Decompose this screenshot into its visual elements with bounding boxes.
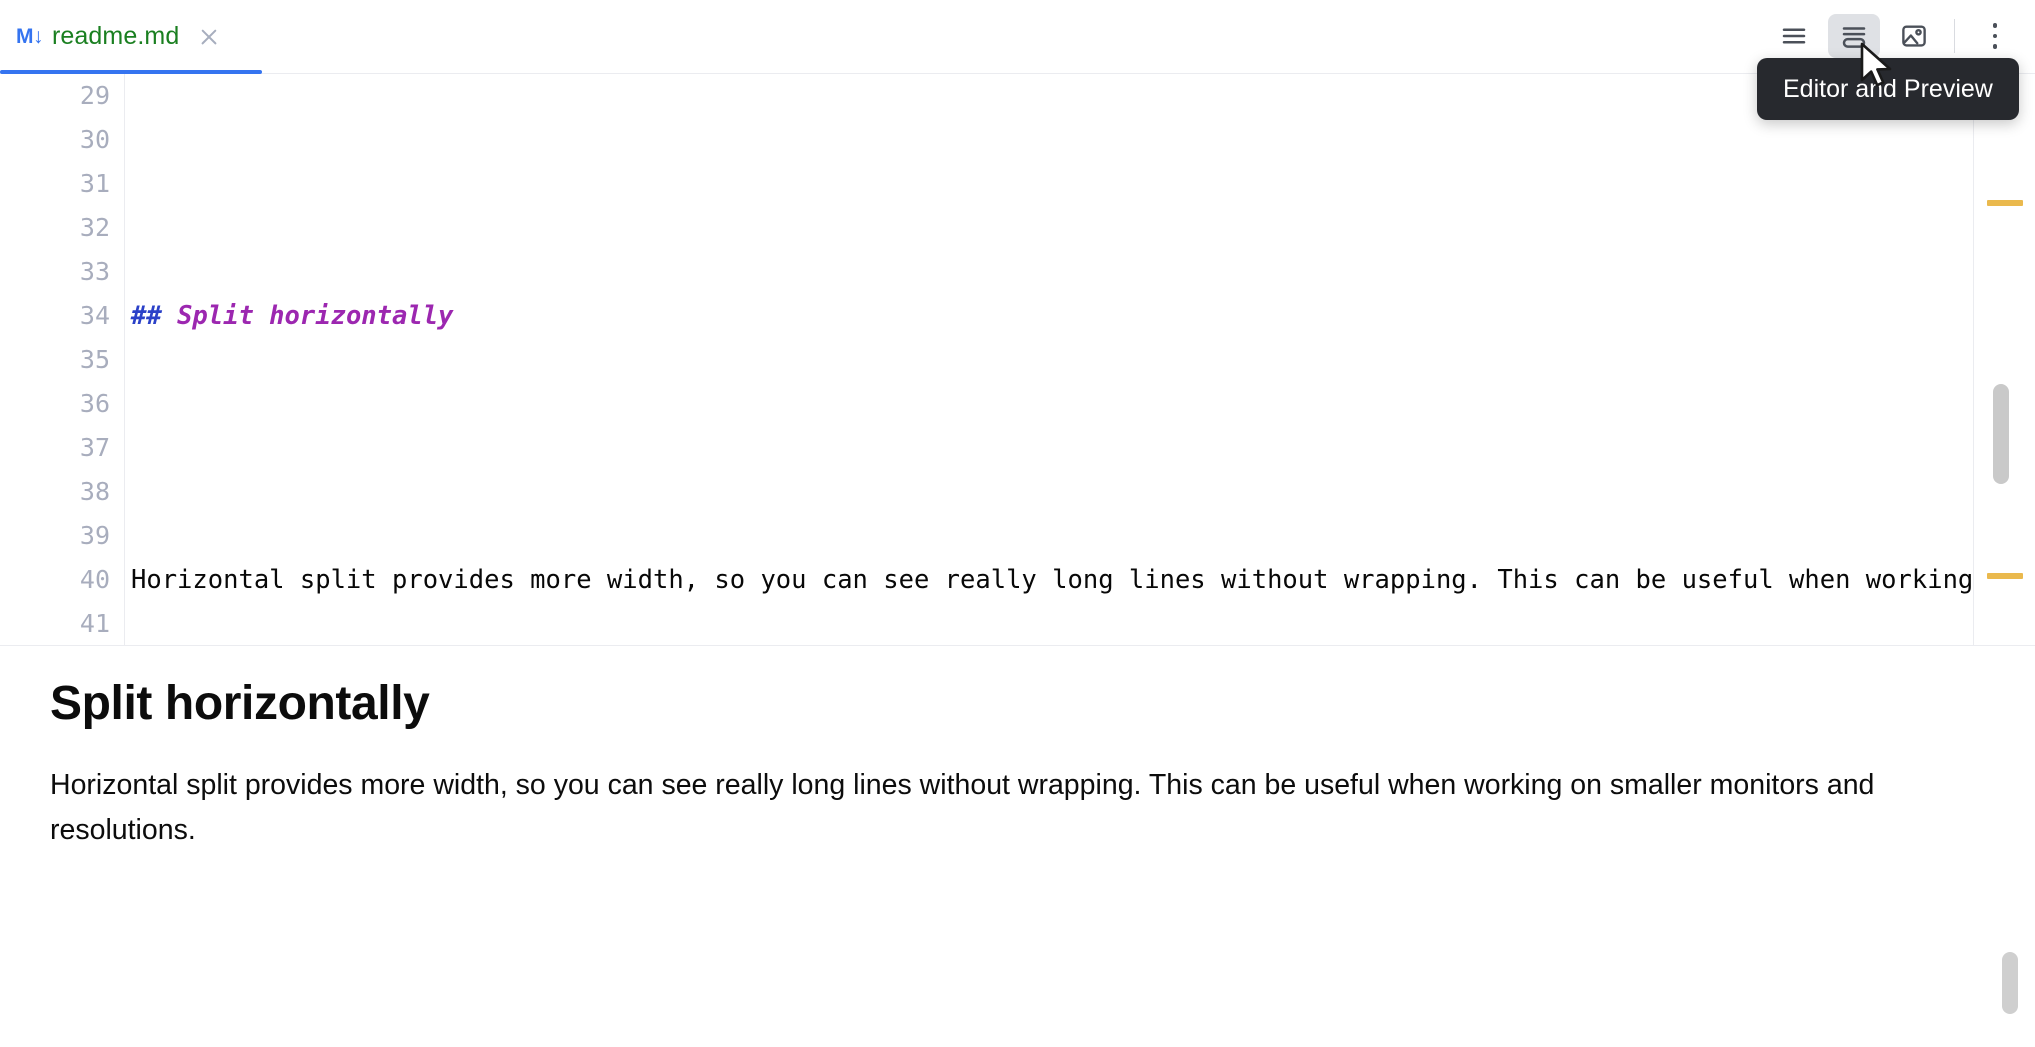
tab-title: readme.md — [52, 22, 180, 50]
line-number: 38 — [79, 477, 110, 506]
code-line-32: Horizontal split provides more width, so… — [131, 565, 1974, 595]
more-options-button[interactable] — [1969, 14, 2021, 58]
line-number: 36 — [79, 389, 110, 418]
editor-pane[interactable]: 29 30 31 32 33 34 35 36 37 38 39 40 41 #… — [0, 74, 2035, 645]
editor-and-preview-icon — [1842, 27, 1866, 48]
tooltip-editor-and-preview: Editor and Preview — [1757, 58, 2019, 120]
line-number-gutter: 29 30 31 32 33 34 35 36 37 38 39 40 41 — [0, 74, 125, 645]
editor-view-toolbar — [1764, 8, 2025, 64]
toolbar-divider — [1954, 19, 1955, 53]
preview-pane[interactable]: Split horizontally Horizontal split prov… — [0, 645, 2035, 1047]
code-line-30: ## Split horizontally — [131, 294, 1987, 338]
change-marker[interactable] — [1987, 573, 2023, 579]
line-number: 39 — [79, 521, 110, 550]
tooltip-text: Editor and Preview — [1783, 74, 1993, 103]
editor-code-area[interactable]: ## Split horizontally Horizontal split p… — [131, 74, 1987, 645]
preview-paragraph: Horizontal split provides more width, so… — [50, 769, 1875, 846]
close-icon[interactable] — [196, 24, 222, 50]
line-number: 40 — [79, 565, 110, 594]
lines-icon — [1782, 28, 1806, 44]
line-number: 37 — [79, 433, 110, 462]
image-icon — [1902, 25, 1926, 47]
editor-and-preview-button[interactable] — [1828, 14, 1880, 58]
preview-scrollbar-thumb[interactable] — [2002, 952, 2018, 1014]
heading-marker-token: ## — [131, 301, 178, 331]
line-number: 33 — [79, 257, 110, 286]
three-dots-icon — [1980, 18, 2010, 54]
preview-only-button[interactable] — [1888, 14, 1940, 58]
line-number: 32 — [79, 213, 110, 242]
markdown-file-icon: M↓ — [16, 25, 44, 48]
line-number: 41 — [79, 609, 110, 638]
change-marker[interactable] — [1987, 200, 2023, 206]
editor-scrollbar-thumb[interactable] — [1993, 384, 2009, 484]
tab-bar: M↓ readme.md — [0, 0, 2035, 74]
preview-heading: Split horizontally — [50, 677, 430, 730]
tab-readme-md[interactable]: M↓ readme.md — [0, 0, 262, 73]
line-number: 35 — [79, 345, 110, 374]
editor-only-button[interactable] — [1768, 14, 1820, 58]
heading-text-token: Split horizontally — [177, 301, 454, 331]
line-number: 30 — [79, 125, 110, 154]
line-number: 34 — [79, 301, 110, 330]
editor-scrollbar-marker-strip[interactable] — [1973, 74, 2035, 645]
line-number: 31 — [79, 169, 110, 198]
line-number: 29 — [79, 81, 110, 110]
